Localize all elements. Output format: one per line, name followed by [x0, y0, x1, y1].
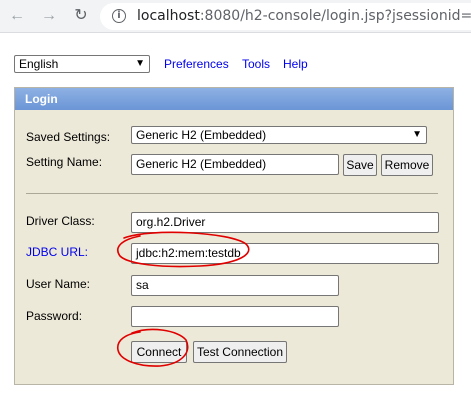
jdbc-url-link[interactable]: JDBC URL: [26, 245, 88, 259]
setting-name-input[interactable]: Generic H2 (Embedded) [131, 154, 339, 175]
back-arrow-icon[interactable]: ← [8, 7, 26, 25]
saved-settings-value: Generic H2 (Embedded) [136, 128, 267, 142]
login-title: Login [15, 88, 453, 110]
divider [26, 193, 438, 194]
user-name-input[interactable]: sa [131, 275, 339, 296]
chevron-down-icon: ▼ [412, 129, 422, 140]
preferences-link[interactable]: Preferences [164, 57, 229, 71]
user-name-label: User Name: [26, 277, 91, 291]
test-connection-button[interactable]: Test Connection [193, 341, 287, 363]
language-select[interactable]: English ▼ [14, 55, 150, 73]
tools-link[interactable]: Tools [242, 57, 270, 71]
driver-class-label: Driver Class: [26, 214, 95, 228]
info-icon[interactable]: i [112, 9, 126, 23]
save-button[interactable]: Save [343, 154, 377, 176]
help-link[interactable]: Help [283, 57, 308, 71]
saved-settings-select[interactable]: Generic H2 (Embedded) ▼ [131, 126, 427, 144]
language-select-value: English [19, 57, 59, 71]
password-label: Password: [26, 309, 83, 323]
password-input[interactable] [131, 306, 339, 327]
browser-toolbar: ← → ↻ i localhost:8080/h2-console/login.… [0, 0, 471, 33]
login-panel: Login Saved Settings: Generic H2 (Embedd… [14, 87, 454, 385]
url-text: localhost:8080/h2-console/login.jsp?jses… [137, 8, 471, 24]
chevron-down-icon: ▼ [135, 58, 145, 69]
setting-name-label: Setting Name: [26, 155, 103, 169]
reload-icon[interactable]: ↻ [72, 7, 90, 25]
address-bar[interactable]: i localhost:8080/h2-console/login.jsp?js… [100, 3, 471, 30]
connect-button[interactable]: Connect [131, 341, 187, 363]
remove-button[interactable]: Remove [381, 154, 433, 176]
jdbc-url-input[interactable]: jdbc:h2:mem:testdb [131, 243, 439, 264]
saved-settings-label: Saved Settings: [26, 130, 111, 144]
driver-class-input[interactable]: org.h2.Driver [131, 212, 439, 233]
forward-arrow-icon[interactable]: → [40, 7, 58, 25]
